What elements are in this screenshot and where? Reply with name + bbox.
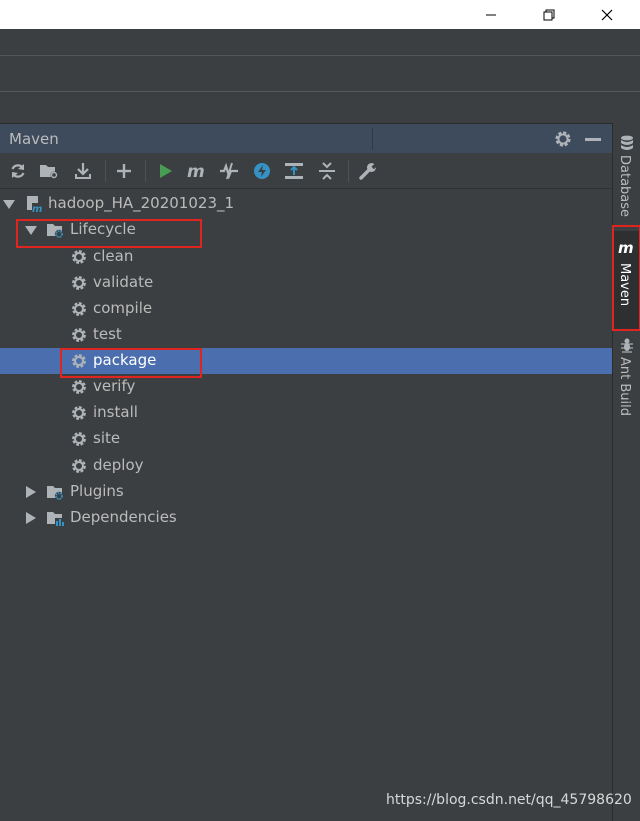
download-icon bbox=[75, 163, 91, 179]
run-icon bbox=[160, 164, 172, 178]
offline-mode-button[interactable] bbox=[252, 161, 272, 181]
collapse-all-icon bbox=[319, 162, 335, 180]
header-divider bbox=[372, 128, 373, 150]
settings-wrench-icon bbox=[359, 163, 377, 180]
toolbar-separator bbox=[145, 160, 146, 182]
minimize-icon bbox=[486, 14, 496, 15]
gear-icon bbox=[72, 302, 86, 316]
tree-row-goal[interactable]: validate bbox=[0, 270, 612, 296]
minimize-button[interactable] bbox=[468, 0, 514, 29]
svg-text:m: m bbox=[32, 204, 42, 213]
goal-label: deploy bbox=[93, 456, 144, 474]
plugins-label: Plugins bbox=[70, 482, 124, 500]
gear-icon bbox=[72, 276, 86, 290]
goal-label: install bbox=[93, 403, 138, 421]
goal-label: clean bbox=[93, 247, 134, 265]
maven-toolbar: m bbox=[0, 153, 612, 189]
tree-row-dependencies[interactable]: Dependencies bbox=[0, 505, 612, 531]
svg-text:m: m bbox=[187, 163, 205, 179]
tree-row-project[interactable]: m hadoop_HA_20201023_1 bbox=[0, 191, 612, 217]
toolbar-separator bbox=[348, 160, 349, 182]
tool-window-title: Maven bbox=[9, 130, 59, 148]
dependencies-label: Dependencies bbox=[70, 508, 177, 526]
maven-projects-tree: m hadoop_HA_20201023_1 Lifecycle clean v… bbox=[0, 189, 612, 821]
collapsed-arrow-icon[interactable] bbox=[24, 511, 38, 525]
goal-label: verify bbox=[93, 377, 136, 395]
maven-project-icon: m bbox=[27, 196, 43, 213]
ide-navigation-bar bbox=[0, 56, 640, 92]
dependencies-folder-icon bbox=[47, 512, 64, 527]
collapse-all-button[interactable] bbox=[317, 161, 337, 181]
toolbar-separator bbox=[105, 160, 106, 182]
close-button[interactable] bbox=[584, 0, 630, 29]
tree-row-goal[interactable]: compile bbox=[0, 296, 612, 322]
window-title-bar bbox=[0, 0, 640, 29]
right-tool-window-bar: Database m Maven Ant Build bbox=[612, 123, 640, 821]
show-dependencies-button[interactable] bbox=[284, 161, 304, 181]
highlight-box-maven-tab bbox=[612, 225, 640, 331]
add-icon bbox=[117, 164, 131, 178]
gear-icon bbox=[72, 406, 86, 420]
highlight-box-lifecycle bbox=[16, 219, 202, 248]
restore-button[interactable] bbox=[526, 0, 572, 29]
maven-tool-window-header: Maven bbox=[0, 123, 612, 153]
editor-tabs-area bbox=[0, 92, 612, 123]
maven-settings-button[interactable] bbox=[358, 161, 378, 181]
sidebar-tab-ant-build[interactable]: Ant Build bbox=[613, 335, 640, 425]
execute-maven-goal-button[interactable]: m bbox=[187, 161, 207, 181]
hide-icon[interactable] bbox=[585, 138, 601, 141]
goal-label: site bbox=[93, 429, 121, 447]
plugins-folder-icon bbox=[47, 486, 64, 501]
database-icon bbox=[621, 135, 633, 150]
goal-label: test bbox=[93, 325, 122, 343]
skip-tests-icon bbox=[220, 162, 238, 180]
project-name: hadoop_HA_20201023_1 bbox=[48, 194, 235, 212]
watermark-text: https://blog.csdn.net/qq_45798620 bbox=[386, 792, 632, 808]
tree-row-goal[interactable]: install bbox=[0, 400, 612, 426]
generate-sources-button[interactable] bbox=[39, 161, 59, 181]
maven-goal-icon: m bbox=[187, 163, 205, 179]
tree-row-plugins[interactable]: Plugins bbox=[0, 479, 612, 505]
gear-icon bbox=[72, 250, 86, 264]
goal-label: compile bbox=[93, 299, 153, 317]
add-button[interactable] bbox=[114, 161, 134, 181]
sidebar-tab-database[interactable]: Database bbox=[613, 131, 640, 227]
sidebar-tab-label: Ant Build bbox=[617, 357, 632, 416]
collapsed-arrow-icon[interactable] bbox=[24, 485, 38, 499]
ide-menu-bar bbox=[0, 29, 640, 56]
gear-icon bbox=[72, 328, 86, 342]
generate-sources-icon bbox=[40, 165, 58, 179]
gear-icon[interactable] bbox=[553, 129, 573, 149]
close-icon bbox=[601, 9, 613, 20]
restore-icon bbox=[543, 9, 555, 20]
goal-label: validate bbox=[93, 273, 154, 291]
download-button[interactable] bbox=[73, 161, 93, 181]
reload-icon bbox=[11, 164, 25, 178]
gear-icon bbox=[72, 432, 86, 446]
show-dependencies-icon bbox=[285, 163, 303, 179]
expanded-arrow-icon[interactable] bbox=[2, 197, 16, 211]
offline-icon bbox=[254, 163, 270, 179]
reload-button[interactable] bbox=[8, 161, 28, 181]
sidebar-tab-label: Database bbox=[617, 155, 632, 218]
gear-icon bbox=[72, 459, 86, 473]
highlight-box-package bbox=[60, 348, 202, 378]
tree-row-goal[interactable]: deploy bbox=[0, 453, 612, 479]
tree-row-goal[interactable]: site bbox=[0, 426, 612, 452]
skip-tests-button[interactable] bbox=[219, 161, 239, 181]
run-button[interactable] bbox=[155, 161, 175, 181]
tree-row-goal[interactable]: test bbox=[0, 322, 612, 348]
gear-icon bbox=[72, 380, 86, 394]
ant-icon bbox=[621, 338, 633, 353]
